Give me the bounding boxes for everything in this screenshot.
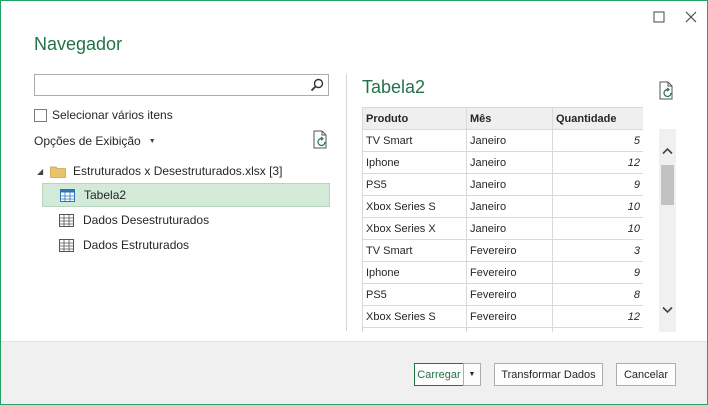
table-cell: 12 bbox=[552, 305, 643, 328]
sheet-icon bbox=[59, 238, 74, 252]
panel-splitter[interactable] bbox=[346, 74, 347, 331]
table-cell: 10 bbox=[552, 327, 643, 332]
sheet-icon bbox=[59, 213, 74, 227]
table-row: PS5 Fevereiro 8 bbox=[362, 283, 643, 306]
table-cell: PS5 bbox=[362, 173, 467, 196]
vertical-scrollbar[interactable] bbox=[659, 129, 676, 332]
table-cell: TV Smart bbox=[362, 129, 467, 152]
refresh-icon[interactable] bbox=[312, 130, 330, 150]
column-header[interactable]: Produto bbox=[362, 107, 467, 130]
display-options-label: Opções de Exibição bbox=[34, 134, 141, 148]
dropdown-caret-icon: ▼ bbox=[148, 137, 156, 145]
tree-item-label: Dados Estruturados bbox=[83, 238, 190, 252]
chevron-down-icon: ▼ bbox=[468, 371, 476, 378]
scroll-down-icon[interactable] bbox=[662, 306, 673, 314]
scroll-up-icon[interactable] bbox=[662, 147, 673, 155]
select-multiple-row[interactable]: Selecionar vários itens bbox=[34, 108, 173, 122]
column-header[interactable]: Quantidade bbox=[552, 107, 643, 130]
table-row: Xbox Series X Janeiro 10 bbox=[362, 217, 643, 240]
table-cell: Fevereiro bbox=[466, 261, 553, 284]
preview-table-container: Produto Mês Quantidade TV Smart Janeiro 5 I… bbox=[362, 107, 643, 332]
navigator-dialog: Navegador Selecionar vários itens Opções… bbox=[0, 0, 708, 405]
table-cell: Janeiro bbox=[466, 195, 553, 218]
maximize-icon[interactable] bbox=[649, 7, 669, 27]
tree-item-label: Tabela2 bbox=[84, 188, 127, 202]
select-multiple-label: Selecionar vários itens bbox=[52, 108, 173, 122]
table-row: Xbox Series S Fevereiro 12 bbox=[362, 305, 643, 328]
transform-data-button[interactable]: Transformar Dados bbox=[494, 363, 603, 386]
tree-item-dados-estruturados[interactable]: Dados Estruturados bbox=[42, 233, 330, 257]
refresh-icon[interactable] bbox=[658, 81, 676, 101]
table-cell: Iphone bbox=[362, 261, 467, 284]
tree-item-dados-desestruturados[interactable]: Dados Desestruturados bbox=[42, 208, 330, 232]
table-cell: Iphone bbox=[362, 151, 467, 174]
display-options-dropdown[interactable]: Opções de Exibição ▼ bbox=[34, 134, 156, 148]
table-cell: 5 bbox=[552, 129, 643, 152]
table-cell: Xbox Series S bbox=[362, 305, 467, 328]
table-row: TV Smart Fevereiro 3 bbox=[362, 239, 643, 262]
preview-title: Tabela2 bbox=[362, 77, 426, 97]
table-cell: Fevereiro bbox=[466, 239, 553, 262]
search-input[interactable] bbox=[35, 75, 313, 95]
cancel-button[interactable]: Cancelar bbox=[616, 363, 676, 386]
table-cell: Janeiro bbox=[466, 217, 553, 240]
table-cell: 10 bbox=[552, 195, 643, 218]
expand-triangle-icon[interactable]: ◢ bbox=[37, 167, 47, 176]
table-cell: 9 bbox=[552, 173, 643, 196]
tree-folder[interactable]: ◢ Estruturados x Desestruturados.xlsx [3… bbox=[37, 162, 282, 180]
close-icon[interactable] bbox=[681, 7, 701, 27]
dialog-title: Navegador bbox=[34, 34, 123, 54]
table-header-row: Produto Mês Quantidade bbox=[362, 107, 643, 130]
table-cell: Xbox Series X bbox=[362, 327, 467, 332]
table-cell: Xbox Series X bbox=[362, 217, 467, 240]
table-cell: TV Smart bbox=[362, 239, 467, 262]
table-cell: 9 bbox=[552, 261, 643, 284]
table-cell: 8 bbox=[552, 283, 643, 306]
dialog-footer: Carregar ▼ Transformar Dados Cancelar bbox=[1, 341, 707, 404]
table-cell: 10 bbox=[552, 217, 643, 240]
table-icon bbox=[60, 188, 75, 202]
table-cell: Fevereiro bbox=[466, 283, 553, 306]
folder-icon bbox=[50, 166, 66, 178]
table-cell: Janeiro bbox=[466, 129, 553, 152]
tree-item-label: Dados Desestruturados bbox=[83, 213, 210, 227]
table-row: Iphone Janeiro 12 bbox=[362, 151, 643, 174]
search-box[interactable] bbox=[34, 74, 329, 96]
table-row: TV Smart Janeiro 5 bbox=[362, 129, 643, 152]
table-row: Xbox Series S Janeiro 10 bbox=[362, 195, 643, 218]
tree-item-tabela2[interactable]: Tabela2 bbox=[42, 183, 330, 207]
scrollbar-thumb[interactable] bbox=[661, 165, 674, 205]
table-row: Xbox Series XFevereiro10 bbox=[362, 327, 643, 332]
column-header[interactable]: Mês bbox=[466, 107, 553, 130]
table-cell: Janeiro bbox=[466, 151, 553, 174]
table-cell: Janeiro bbox=[466, 173, 553, 196]
table-row: PS5 Janeiro 9 bbox=[362, 173, 643, 196]
load-button[interactable]: Carregar bbox=[414, 363, 464, 386]
table-cell: Fevereiro bbox=[466, 305, 553, 328]
table-cell: 12 bbox=[552, 151, 643, 174]
table-row: Iphone Fevereiro 9 bbox=[362, 261, 643, 284]
load-options-button[interactable]: ▼ bbox=[463, 363, 481, 386]
search-icon[interactable] bbox=[309, 77, 325, 93]
table-cell: Xbox Series S bbox=[362, 195, 467, 218]
preview-table: Produto Mês Quantidade TV Smart Janeiro 5 I… bbox=[362, 107, 643, 332]
folder-label: Estruturados x Desestruturados.xlsx [3] bbox=[73, 164, 283, 178]
select-multiple-checkbox[interactable] bbox=[34, 108, 47, 122]
table-cell: 3 bbox=[552, 239, 643, 262]
table-cell: PS5 bbox=[362, 283, 467, 306]
table-cell: Fevereiro bbox=[466, 327, 553, 332]
